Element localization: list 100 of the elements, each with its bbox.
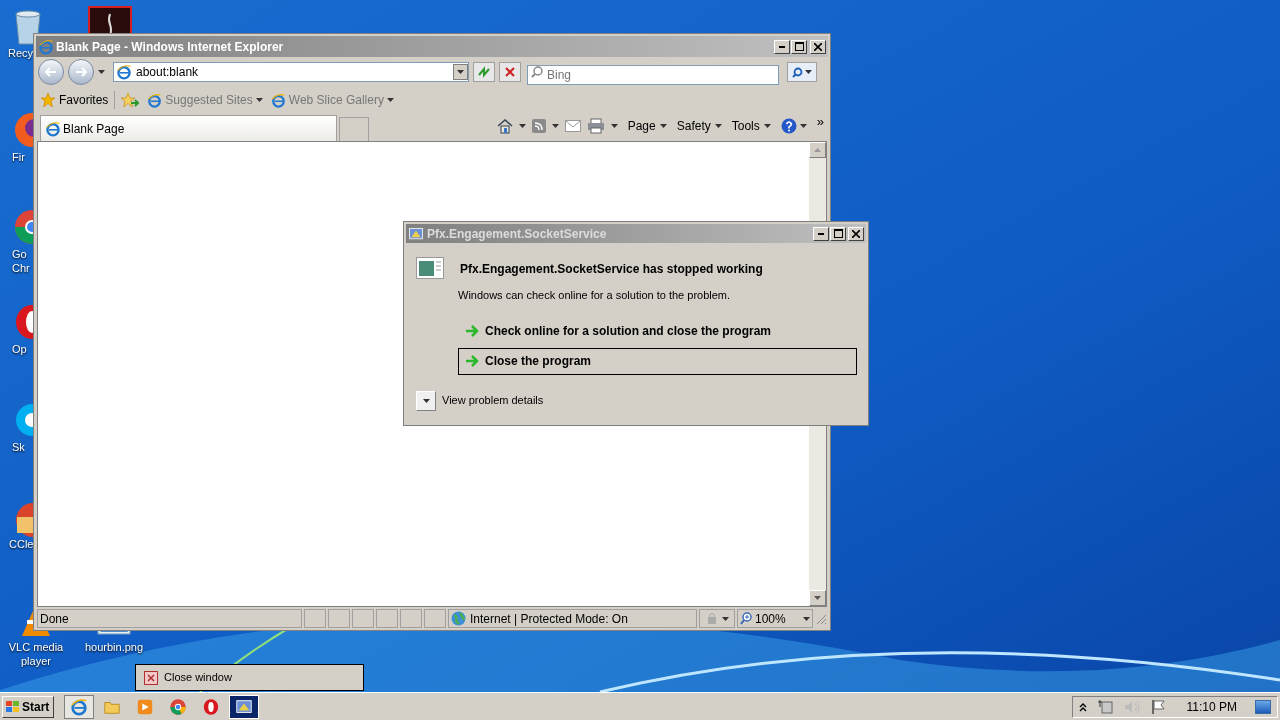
home-icon: [496, 118, 513, 134]
command-menu[interactable]: Safety: [676, 117, 722, 135]
status-pane: [304, 609, 326, 628]
history-caret-icon: [98, 70, 105, 74]
forward-button[interactable]: [68, 59, 94, 85]
internet-explorer-icon: [147, 92, 163, 108]
feed-icon: [531, 119, 546, 133]
caret-icon: [799, 124, 807, 128]
zoom-button[interactable]: 100%: [737, 609, 813, 628]
refresh-button[interactable]: [473, 62, 495, 82]
maximize-icon: [833, 229, 843, 238]
desktop-icon-label[interactable]: Sk: [12, 440, 25, 454]
zoom-icon: [740, 612, 753, 625]
stop-button[interactable]: [499, 62, 521, 82]
minimize-icon: [818, 232, 824, 235]
lock-icon: [705, 612, 719, 625]
resize-grip-icon[interactable]: [815, 612, 827, 625]
media-player-icon: [136, 697, 154, 716]
status-pane: [400, 609, 422, 628]
close-button[interactable]: [848, 226, 864, 241]
close-button[interactable]: [810, 39, 826, 54]
globe-icon: [451, 611, 466, 626]
desktop-icon-label[interactable]: hourbin.png: [84, 640, 144, 654]
more-chevron[interactable]: »: [816, 112, 824, 132]
help-icon: [780, 118, 797, 134]
start-button[interactable]: Start: [2, 695, 54, 718]
caret-icon: [610, 124, 618, 128]
desktop-icon-label[interactable]: Op: [12, 342, 27, 356]
desktop-icon-label[interactable]: Fir: [12, 150, 25, 164]
close-icon: [144, 670, 158, 685]
internet-explorer-icon: [270, 92, 286, 108]
caret-icon: [805, 70, 812, 74]
network-icon[interactable]: [1096, 698, 1113, 715]
desktop-icon-label[interactable]: Go Chr: [12, 247, 30, 275]
down-arrow-icon: [814, 596, 821, 600]
mail-icon[interactable]: [564, 120, 581, 132]
up-arrow-icon: [814, 148, 821, 152]
command-menu[interactable]: Page: [627, 117, 667, 135]
dialog-heading: Pfx.Engagement.SocketService has stopped working: [460, 261, 763, 278]
desktop-icon-label[interactable]: VLC media player: [8, 640, 64, 668]
window-title: Blank Page - Windows Internet Explorer: [56, 38, 285, 56]
opera-icon: [202, 697, 220, 716]
program-icon: [416, 257, 444, 279]
arrow-icon: [465, 325, 479, 337]
arrow-icon: [465, 355, 479, 367]
feeds-button[interactable]: [531, 119, 559, 133]
print-button[interactable]: [586, 118, 618, 134]
caret-icon: [422, 398, 430, 403]
protection-button[interactable]: [699, 609, 735, 628]
internet-explorer-icon: [116, 64, 132, 80]
search-button[interactable]: [787, 62, 817, 82]
caret-icon: [722, 616, 729, 621]
desktop-icon-label[interactable]: Recy: [8, 46, 34, 60]
scroll-down-button[interactable]: [809, 590, 826, 606]
address-field[interactable]: about:blank: [113, 62, 469, 82]
minimize-icon: [779, 45, 785, 48]
show-desktop-button[interactable]: [1255, 699, 1271, 714]
minimize-button[interactable]: [774, 39, 790, 54]
command-menu[interactable]: Tools: [731, 117, 771, 135]
status-pane: [424, 609, 446, 628]
back-arrow-icon: [45, 67, 57, 77]
search-icon: [792, 66, 803, 78]
close-icon: [852, 229, 860, 238]
command-link[interactable]: Check online for a solution and close the program: [458, 317, 857, 345]
expand-details-button[interactable]: [416, 390, 436, 411]
details-label: View problem details: [442, 393, 544, 409]
status-pane: [352, 609, 374, 628]
close-icon: [814, 42, 822, 51]
dropdown-caret-icon: [457, 70, 464, 74]
caret-icon: [386, 98, 394, 102]
back-button[interactable]: [38, 59, 64, 85]
dialog-message: Windows can check online for a solution to the problem.: [458, 288, 732, 303]
browser-tab[interactable]: Blank Page: [40, 115, 337, 141]
star-icon: [40, 92, 56, 108]
chevron-up-icon[interactable]: [1078, 701, 1087, 712]
flag-icon[interactable]: [1150, 698, 1167, 715]
security-zone: Internet | Protected Mode: On: [448, 609, 697, 628]
application-icon: [235, 697, 253, 716]
chrome-icon: [169, 697, 187, 716]
desktop-icon-label[interactable]: CCle: [9, 537, 34, 551]
scroll-up-button[interactable]: [809, 142, 826, 158]
clock[interactable]: 11:10 PM: [1186, 697, 1237, 716]
favorites-button[interactable]: Favorites: [40, 91, 116, 109]
status-pane: [376, 609, 398, 628]
maximize-button[interactable]: [791, 39, 807, 54]
search-icon: [531, 66, 543, 78]
stop-icon: [505, 67, 515, 77]
search-field[interactable]: Bing: [527, 65, 779, 85]
minimize-button[interactable]: [813, 226, 829, 241]
home-button[interactable]: [496, 118, 526, 134]
printer-icon: [586, 118, 605, 134]
windows-logo-icon: [5, 699, 20, 714]
help-button[interactable]: [780, 118, 807, 134]
caret-icon: [518, 124, 526, 128]
status-text: Done: [37, 609, 302, 628]
command-link[interactable]: Close the program: [458, 347, 857, 375]
dialog-title: Pfx.Engagement.SocketService: [427, 225, 608, 243]
caret-icon: [551, 124, 559, 128]
maximize-button[interactable]: [830, 226, 846, 241]
internet-explorer-icon: [70, 697, 88, 716]
